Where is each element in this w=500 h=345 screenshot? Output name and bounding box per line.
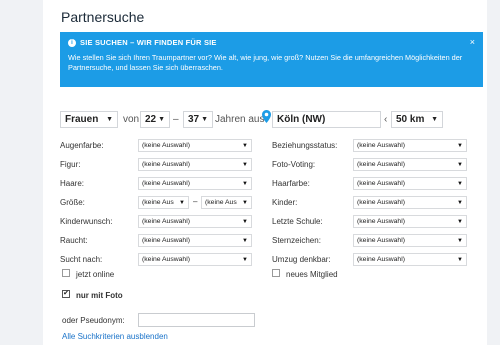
- info-heading: SIE SUCHEN – WIR FINDEN FÜR SIE: [80, 38, 217, 47]
- chevron-down-icon: ▼: [457, 218, 463, 225]
- chevron-down-icon: ▼: [242, 218, 248, 225]
- age-from-value: 22: [145, 114, 157, 125]
- neues-mitglied-label: neues Mitglied: [286, 270, 338, 279]
- select-kinder[interactable]: (keine Auswahl) ▼: [353, 196, 467, 209]
- age-to-select[interactable]: 37 ▼: [183, 111, 213, 128]
- radius-prefix: ‹: [384, 114, 388, 125]
- location-value: Köln (NW): [277, 114, 326, 125]
- select-value: (keine Auswahl): [357, 218, 405, 225]
- chevron-down-icon: ▼: [457, 199, 463, 206]
- field-label-sternzeichen: Sternzeichen:: [272, 236, 321, 245]
- select-figur[interactable]: (keine Auswahl) ▼: [138, 158, 252, 171]
- select-augenfarbe[interactable]: (keine Auswahl) ▼: [138, 139, 252, 152]
- info-heading-row: i SIE SUCHEN – WIR FINDEN FÜR SIE: [68, 38, 475, 47]
- groesse-dash: –: [193, 197, 198, 206]
- select-sucht-nach[interactable]: (keine Auswahl) ▼: [138, 253, 252, 266]
- select-haarfarbe[interactable]: (keine Auswahl) ▼: [353, 177, 467, 190]
- gender-select[interactable]: Frauen ▼: [60, 111, 118, 128]
- select-value: (keine Auswahl): [142, 142, 190, 149]
- select-value: (keine Auswahl): [357, 180, 405, 187]
- select-value: (keine Auswahl): [142, 161, 190, 168]
- select-raucht[interactable]: (keine Auswahl) ▼: [138, 234, 252, 247]
- info-icon: i: [68, 38, 76, 47]
- select-value: (keine Auswahl): [357, 161, 405, 168]
- field-label-foto-voting: Foto-Voting:: [272, 160, 316, 169]
- chevron-down-icon: ▼: [457, 256, 463, 263]
- select-value: (keine Aus: [142, 199, 174, 206]
- select-value: (keine Auswahl): [142, 180, 190, 187]
- chevron-down-icon: ▼: [242, 161, 248, 168]
- select-value: (keine Auswahl): [357, 237, 405, 244]
- chevron-down-icon: ▼: [179, 199, 185, 206]
- field-label-groesse: Größe:: [60, 198, 85, 207]
- nur-mit-foto-checkbox[interactable]: ✔: [62, 290, 70, 298]
- chevron-down-icon: ▼: [457, 142, 463, 149]
- field-label-letzte-schule: Letzte Schule:: [272, 217, 323, 226]
- select-value: (keine Aus: [205, 199, 237, 206]
- jetzt-online-label: jetzt online: [76, 270, 115, 279]
- chevron-down-icon: ▼: [201, 116, 208, 123]
- select-value: (keine Auswahl): [142, 256, 190, 263]
- chevron-down-icon: ▼: [242, 142, 248, 149]
- field-label-raucht: Raucht:: [60, 236, 88, 245]
- age-dash: –: [173, 114, 179, 125]
- neues-mitglied-checkbox[interactable]: [272, 269, 280, 277]
- location-input[interactable]: Köln (NW): [272, 111, 381, 128]
- chevron-down-icon: ▼: [242, 237, 248, 244]
- select-value: (keine Auswahl): [357, 256, 405, 263]
- page-title: Partnersuche: [61, 9, 145, 25]
- field-label-haare: Haare:: [60, 179, 85, 188]
- age-to-value: 37: [188, 114, 200, 125]
- check-icon: ✔: [63, 290, 69, 297]
- chevron-down-icon: ▼: [457, 161, 463, 168]
- info-text: Wie stellen Sie sich Ihren Traumpartner …: [68, 53, 463, 72]
- select-value: (keine Auswahl): [357, 142, 405, 149]
- chevron-down-icon: ▼: [431, 116, 438, 123]
- select-beziehungsstatus[interactable]: (keine Auswahl) ▼: [353, 139, 467, 152]
- chevron-down-icon: ▼: [106, 116, 113, 123]
- select-value: (keine Auswahl): [142, 218, 190, 225]
- chevron-down-icon: ▼: [457, 180, 463, 187]
- select-groesse-to[interactable]: (keine Aus ▼: [201, 196, 252, 209]
- select-value: (keine Auswahl): [142, 237, 190, 244]
- search-panel: Partnersuche i SIE SUCHEN – WIR FINDEN F…: [43, 0, 487, 345]
- hide-criteria-link[interactable]: Alle Suchkriterien ausblenden: [62, 332, 168, 341]
- age-from-select[interactable]: 22 ▼: [140, 111, 170, 128]
- field-label-kinderwunsch: Kinderwunsch:: [60, 217, 113, 226]
- field-label-kinder: Kinder:: [272, 198, 298, 207]
- jahren-aus-label: Jahren aus: [215, 114, 265, 125]
- location-pin-icon: [262, 110, 271, 123]
- select-haare[interactable]: (keine Auswahl) ▼: [138, 177, 252, 190]
- chevron-down-icon: ▼: [242, 199, 248, 206]
- field-label-augenfarbe: Augenfarbe:: [60, 141, 104, 150]
- jetzt-online-checkbox[interactable]: [62, 269, 70, 277]
- chevron-down-icon: ▼: [242, 256, 248, 263]
- radius-select[interactable]: 50 km ▼: [391, 111, 443, 128]
- chevron-down-icon: ▼: [242, 180, 248, 187]
- info-banner: i SIE SUCHEN – WIR FINDEN FÜR SIE Wie st…: [60, 32, 483, 87]
- von-label: von: [123, 114, 140, 125]
- pseudonym-input[interactable]: [138, 313, 255, 327]
- select-kinderwunsch[interactable]: (keine Auswahl) ▼: [138, 215, 252, 228]
- select-value: (keine Auswahl): [357, 199, 405, 206]
- select-foto-voting[interactable]: (keine Auswahl) ▼: [353, 158, 467, 171]
- select-umzug-denkbar[interactable]: (keine Auswahl) ▼: [353, 253, 467, 266]
- select-groesse-from[interactable]: (keine Aus ▼: [138, 196, 189, 209]
- select-letzte-schule[interactable]: (keine Auswahl) ▼: [353, 215, 467, 228]
- radius-value: 50 km: [396, 114, 425, 125]
- field-label-figur: Figur:: [60, 160, 81, 169]
- field-label-umzug-denkbar: Umzug denkbar:: [272, 255, 331, 264]
- select-sternzeichen[interactable]: (keine Auswahl) ▼: [353, 234, 467, 247]
- nur-mit-foto-label: nur mit Foto: [76, 291, 123, 300]
- field-label-haarfarbe: Haarfarbe:: [272, 179, 310, 188]
- chevron-down-icon: ▼: [158, 116, 165, 123]
- gender-value: Frauen: [65, 114, 99, 125]
- chevron-down-icon: ▼: [457, 237, 463, 244]
- field-label-sucht-nach: Sucht nach:: [60, 255, 103, 264]
- pseudonym-label: oder Pseudonym:: [62, 316, 125, 325]
- field-label-beziehungsstatus: Beziehungsstatus:: [272, 141, 338, 150]
- close-icon[interactable]: ×: [470, 37, 475, 47]
